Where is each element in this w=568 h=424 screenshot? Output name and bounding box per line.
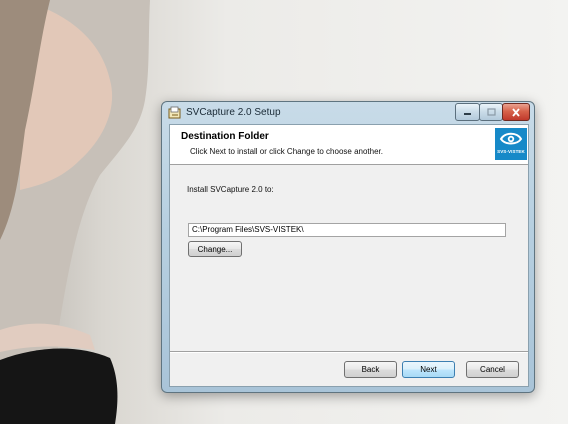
page-title: Destination Folder bbox=[181, 131, 269, 142]
installer-app-icon bbox=[168, 106, 181, 119]
close-button[interactable] bbox=[502, 103, 530, 121]
logo-text: SVS-VISTEK bbox=[497, 149, 525, 154]
dialog-content: Destination Folder Click Next to install… bbox=[169, 124, 529, 387]
svs-vistek-logo: SVS-VISTEK bbox=[495, 128, 527, 160]
window-title: SVCapture 2.0 Setup bbox=[186, 107, 281, 118]
maximize-icon bbox=[486, 108, 496, 116]
back-button[interactable]: Back bbox=[344, 361, 397, 378]
install-location-label: Install SVCapture 2.0 to: bbox=[187, 185, 274, 194]
header-banner: Destination Folder Click Next to install… bbox=[170, 125, 528, 165]
footer-divider bbox=[170, 351, 528, 353]
setup-window: SVCapture 2.0 Setup Destination Folder C… bbox=[161, 101, 535, 393]
next-button[interactable]: Next bbox=[402, 361, 455, 378]
cancel-button[interactable]: Cancel bbox=[466, 361, 519, 378]
maximize-button[interactable] bbox=[479, 103, 503, 121]
eye-logo-icon bbox=[499, 132, 523, 145]
page-subtitle: Click Next to install or click Change to… bbox=[190, 147, 383, 156]
minimize-button[interactable] bbox=[455, 103, 480, 121]
install-path-field[interactable] bbox=[188, 223, 506, 237]
close-icon bbox=[512, 107, 520, 117]
title-bar[interactable]: SVCapture 2.0 Setup bbox=[162, 102, 534, 124]
minimize-icon bbox=[464, 113, 471, 115]
change-button[interactable]: Change... bbox=[188, 241, 242, 257]
